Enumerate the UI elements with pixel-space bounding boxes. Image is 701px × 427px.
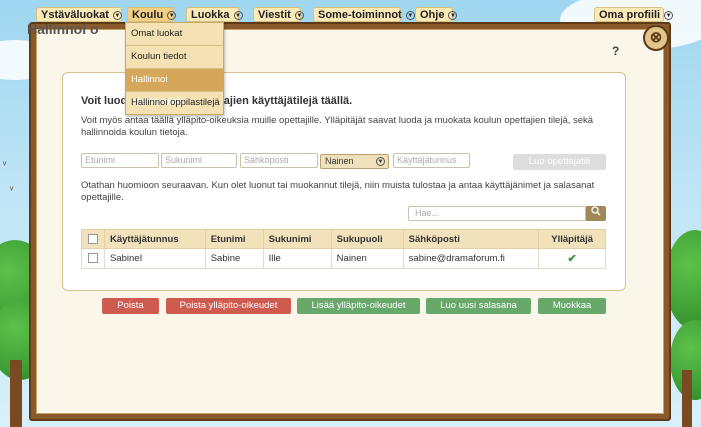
chevron-down-icon: ▼ [448, 10, 458, 20]
tree-trunk [10, 360, 22, 427]
close-icon[interactable]: ⊗ [643, 25, 669, 51]
username-field[interactable]: Käyttäjätunnus [393, 153, 470, 168]
nav-viestit[interactable]: Viestit ▼ [253, 7, 304, 22]
nav-label: Oma profiili [599, 9, 661, 21]
cell-firstname: Sabine [204, 248, 264, 269]
edit-button[interactable]: Muokkaa [538, 298, 606, 314]
help-button[interactable]: ? [612, 44, 619, 58]
chevron-down-icon: ▼ [405, 10, 415, 20]
nav-label: Some-toiminnot [318, 9, 402, 21]
notice-text: Otathan huomioon seuraavan. Kun olet luo… [81, 180, 595, 203]
cell-username: SabineI [104, 248, 206, 269]
select-all-checkbox[interactable] [88, 233, 98, 244]
row-checkbox-cell [81, 248, 105, 269]
teacher-table: Käyttäjätunnus Etunimi Sukunimi Sukupuol… [81, 229, 606, 269]
row-checkbox[interactable] [88, 253, 98, 264]
column-header[interactable]: Sähköposti [402, 229, 540, 249]
lastname-field[interactable]: Sukunimi [161, 153, 237, 168]
nav-koulu[interactable]: Koulu ▼ [127, 7, 177, 22]
cell-gender: Nainen [330, 248, 404, 269]
firstname-field[interactable]: Etunimi [81, 153, 159, 168]
checkmark-icon: ✔ [567, 253, 577, 265]
create-teacher-account-button[interactable]: Luo opettajatili [513, 154, 606, 170]
cell-email: sabine@dramaforum.fi [402, 248, 540, 269]
remove-admin-button[interactable]: Poista ylläpito-oikeudet [166, 298, 291, 314]
chevron-down-icon: ▼ [167, 10, 177, 20]
page-title: Hallinnoi o [27, 21, 99, 37]
table-header-row: Käyttäjätunnus Etunimi Sukunimi Sukupuol… [81, 229, 606, 249]
chevron-down-icon: ▼ [233, 10, 243, 20]
select-all-cell [81, 229, 105, 249]
menu-item-omat-luokat[interactable]: Omat luokat [126, 23, 223, 46]
delete-button[interactable]: Poista [102, 298, 159, 314]
nav-ystavaluokat[interactable]: Ystäväluokat ▼ [36, 7, 122, 22]
nav-label: Viestit [258, 9, 291, 21]
chevron-down-icon: ▼ [294, 10, 304, 20]
cell-lastname: Ille [262, 248, 332, 269]
column-header[interactable]: Käyttäjätunnus [104, 229, 206, 249]
menu-item-hallinnoi-opettajatileja[interactable]: Hallinnoi opettajatilejä [126, 69, 223, 107]
menu-item-hallinnoi-oppilastileja[interactable]: Hallinnoi oppilastilejä [126, 92, 223, 114]
nav-ohje[interactable]: Ohje ▼ [415, 7, 458, 22]
bird-icon: ᵛ [3, 160, 7, 171]
menu-item-koulun-tiedot[interactable]: Koulun tiedot [126, 46, 223, 69]
column-header[interactable]: Sukunimi [262, 229, 332, 249]
email-field[interactable]: Sähköposti [240, 153, 318, 168]
column-header[interactable]: Sukupuoli [330, 229, 404, 249]
nav-oma-profiili[interactable]: Oma profiili ▼ [594, 7, 674, 22]
chevron-down-icon: ▼ [112, 10, 122, 20]
section-description: Voit myös antaa täällä ylläpito-oikeuksi… [81, 115, 594, 138]
search-input[interactable]: Hae... [408, 206, 586, 221]
chevron-down-icon: ▼ [664, 10, 674, 20]
nav-luokka[interactable]: Luokka ▼ [186, 7, 243, 22]
nav-label: Luokka [191, 9, 230, 21]
cell-admin: ✔ [538, 248, 606, 269]
gender-value: Nainen [325, 156, 354, 166]
tree-trunk [682, 370, 692, 427]
table-row[interactable]: SabineI Sabine Ille Nainen sabine@dramaf… [81, 248, 606, 269]
new-password-button[interactable]: Luo uusi salasana [426, 298, 531, 314]
koulu-dropdown-menu: Omat luokat Koulun tiedot Hallinnoi opet… [125, 22, 224, 115]
nav-some-toiminnot[interactable]: Some-toiminnot ▼ [313, 7, 415, 22]
chevron-down-icon: ▼ [376, 157, 385, 166]
search-icon[interactable] [586, 206, 606, 221]
gender-select[interactable]: Nainen ▼ [320, 154, 389, 169]
add-admin-button[interactable]: Lisää ylläpito-oikeudet [297, 298, 420, 314]
column-header[interactable]: Etunimi [204, 229, 264, 249]
nav-label: Ohje [420, 9, 445, 21]
bird-icon: ᵛ [10, 185, 14, 196]
column-header[interactable]: Ylläpitäjä [538, 229, 606, 249]
nav-label: Ystäväluokat [41, 9, 109, 21]
nav-label: Koulu [132, 9, 164, 21]
